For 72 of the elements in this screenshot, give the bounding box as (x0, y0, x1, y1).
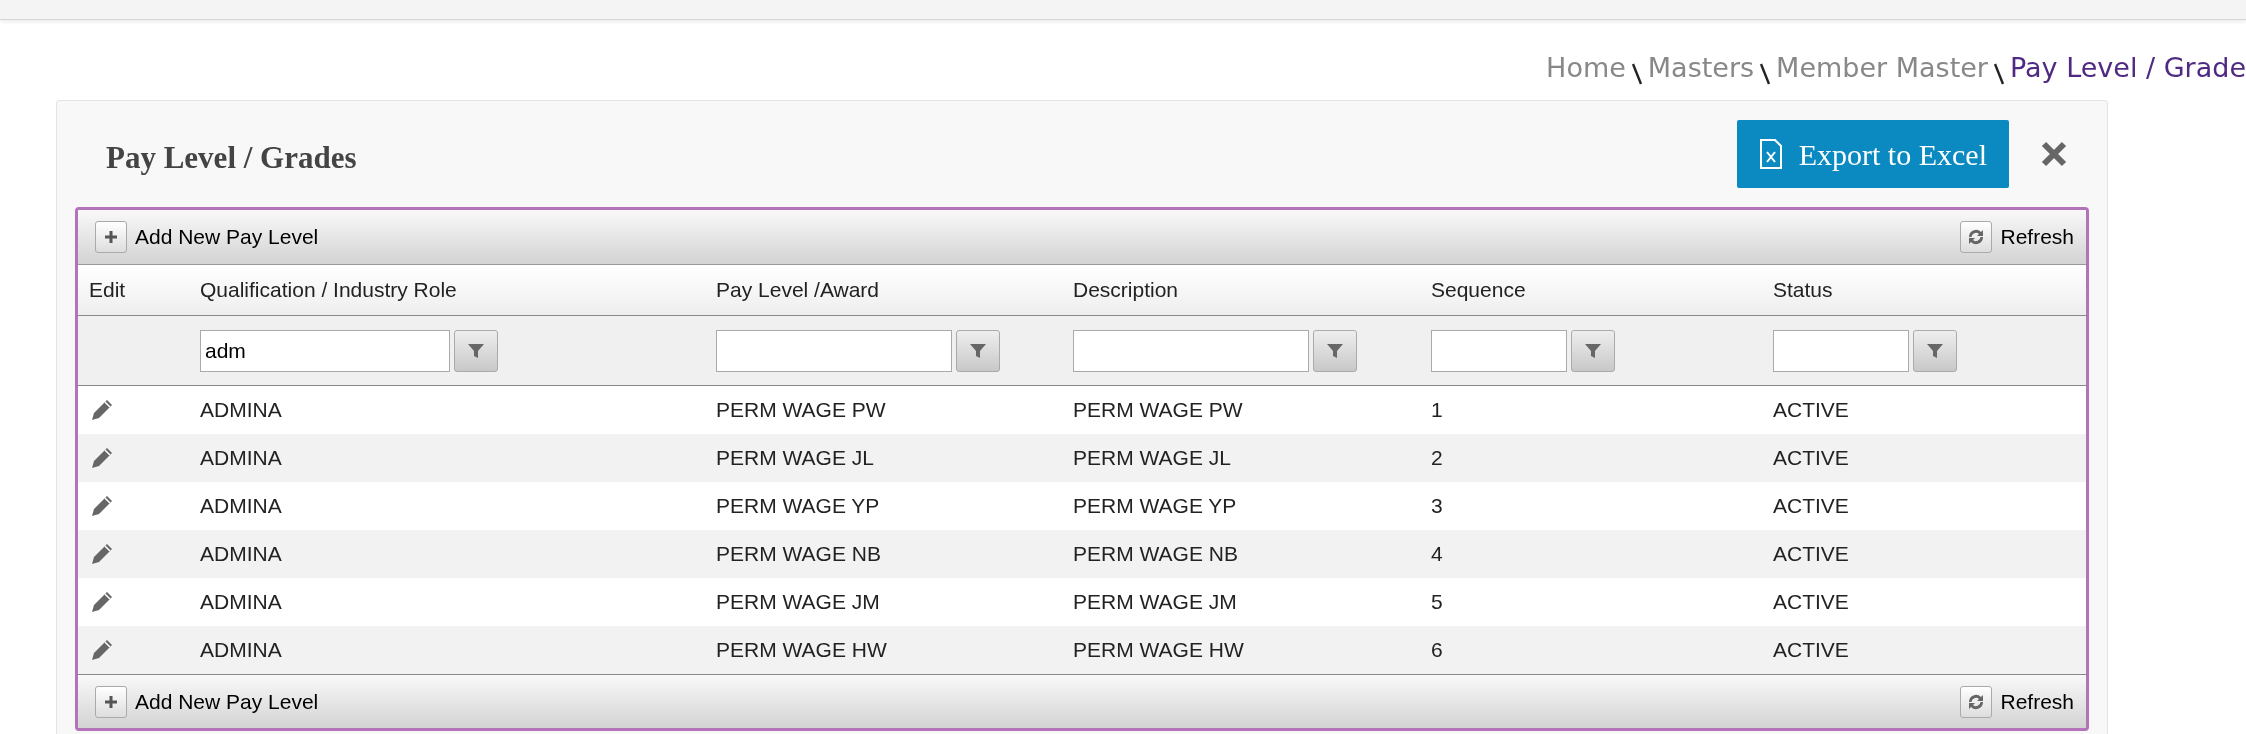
table-cell-text: PERM WAGE NB (715, 541, 882, 568)
panel-title: Pay Level / Grades (106, 139, 357, 177)
column-header: Sequence (1430, 277, 1527, 304)
add-button[interactable]: Add New Pay Level (95, 685, 319, 718)
table-cell-text: PERM WAGE YP (1072, 493, 1238, 520)
refresh-icon (1960, 685, 1993, 718)
breadcrumb-link[interactable]: Member Master (1776, 48, 1988, 100)
table-cell-text: 4 (1430, 541, 1444, 568)
table-cell-text: PERM WAGE JL (1072, 445, 1232, 472)
filter-icon (1926, 341, 1944, 360)
edit-button[interactable] (89, 541, 115, 567)
table-cell-text: ACTIVE (1772, 637, 1850, 664)
add-button[interactable]: Add New Pay Level (95, 221, 319, 253)
edit-button[interactable] (89, 397, 115, 423)
table-cell-text: 2 (1430, 445, 1444, 472)
refresh-button[interactable]: Refresh (1960, 685, 2074, 718)
table-cell-text: PERM WAGE JM (715, 589, 881, 616)
edit-button[interactable] (89, 637, 115, 663)
filter-field[interactable] (1773, 329, 1909, 372)
filter-button[interactable] (454, 329, 498, 372)
table-cell-text: PERM WAGE JL (715, 445, 875, 472)
close-icon[interactable] (2041, 141, 2067, 167)
excel-file-icon (1758, 138, 1783, 170)
edit-button[interactable] (89, 589, 115, 615)
table-cell-text: ADMINA (199, 637, 283, 664)
table-cell-text: ADMINA (199, 445, 283, 472)
edit-button[interactable] (89, 493, 115, 519)
column-header: Description (1072, 277, 1180, 304)
edit-button[interactable] (89, 445, 115, 471)
column-header: Qualification / Industry Role (199, 277, 458, 304)
plus-icon (95, 221, 127, 253)
filter-icon (467, 341, 485, 360)
table-cell-text: ACTIVE (1772, 397, 1850, 424)
table-cell-text: 6 (1430, 637, 1444, 664)
table-cell-text: 5 (1430, 589, 1444, 616)
breadcrumb-link[interactable]: Masters (1647, 48, 1755, 100)
table-cell-text: 1 (1430, 397, 1444, 424)
table-cell-text: PERM WAGE HW (715, 637, 888, 664)
table-cell-text: ADMINA (199, 541, 283, 568)
table-cell-text: PERM WAGE NB (1072, 541, 1239, 568)
filter-button[interactable] (1913, 329, 1957, 372)
filter-field[interactable] (1073, 329, 1309, 372)
table-cell-text: ACTIVE (1772, 541, 1850, 568)
table-cell-text: 3 (1430, 493, 1444, 520)
filter-icon (1326, 341, 1344, 360)
plus-icon (95, 685, 127, 718)
table-cell-text: ACTIVE (1772, 589, 1850, 616)
filter-button[interactable] (1313, 329, 1357, 372)
breadcrumb-link[interactable]: Home (1546, 48, 1626, 100)
filter-field[interactable]: adm (200, 329, 450, 372)
table-cell-text: PERM WAGE JM (1072, 589, 1238, 616)
refresh-icon (1960, 221, 1993, 253)
column-header: Edit (88, 277, 127, 304)
filter-icon (1584, 341, 1602, 360)
column-header: Pay Level /Award (715, 277, 881, 304)
filter-field[interactable] (1431, 329, 1567, 372)
table-cell-text: PERM WAGE YP (715, 493, 881, 520)
table-cell-text: ADMINA (199, 397, 283, 424)
table-cell-text: PERM WAGE HW (1072, 637, 1245, 664)
column-header: Status (1772, 277, 1834, 304)
export-button[interactable]: Export to Excel (1736, 120, 2009, 188)
filter-button[interactable] (956, 329, 1000, 372)
filter-field[interactable] (716, 329, 952, 372)
table-cell-text: PERM WAGE PW (1072, 397, 1244, 424)
table-cell-text: ADMINA (199, 589, 283, 616)
filter-button[interactable] (1571, 329, 1615, 372)
filter-icon (969, 341, 987, 360)
table-cell-text: ACTIVE (1772, 493, 1850, 520)
table-cell-text: ACTIVE (1772, 445, 1850, 472)
table-cell-text: PERM WAGE PW (715, 397, 887, 424)
table-cell-text: ADMINA (199, 493, 283, 520)
refresh-button[interactable]: Refresh (1960, 221, 2074, 253)
